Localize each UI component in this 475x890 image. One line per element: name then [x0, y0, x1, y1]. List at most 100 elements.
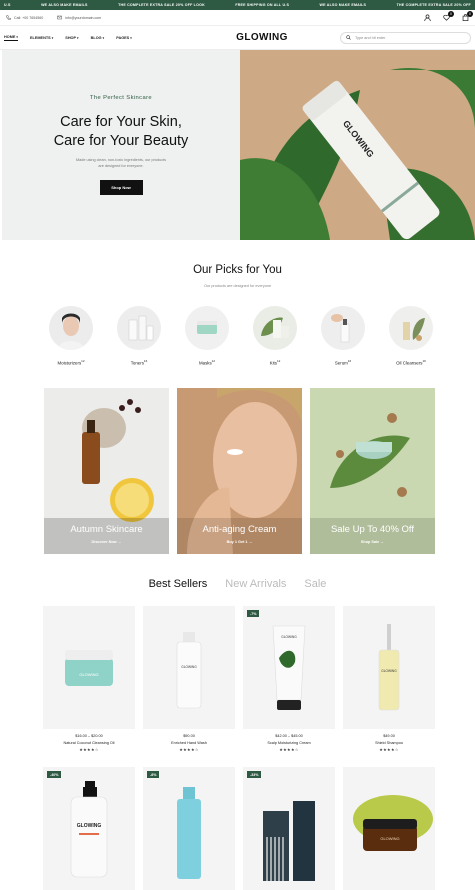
- phone-icon: [6, 15, 11, 20]
- product-rating: ★★★★☆: [79, 748, 99, 752]
- product-image: -8%: [143, 767, 235, 890]
- promo-banners: Autumn Skincare Discover Now → Anti-aging…: [44, 388, 435, 554]
- product-name[interactable]: Enriched Hand Wash: [143, 741, 235, 745]
- search-input[interactable]: Type and hit enter: [340, 31, 471, 44]
- banner-title: Anti-aging Cream: [202, 524, 277, 535]
- banner-link[interactable]: Buy 1 Get 1 →: [177, 540, 302, 544]
- chevron-down-icon: ▾: [16, 34, 18, 39]
- svg-text:GLOWING: GLOWING: [77, 823, 102, 829]
- banner-link[interactable]: Shop Sale →: [310, 540, 435, 544]
- category-image: [253, 306, 297, 350]
- product-card[interactable]: GLOWING $16.00 – $20.00 Natural Coconut …: [43, 606, 135, 752]
- tab-sale[interactable]: Sale: [304, 578, 326, 590]
- wishlist-count: 0: [448, 11, 454, 17]
- email-text: info@yourdomain.com: [65, 15, 102, 20]
- category-oil-cleansers[interactable]: Oil Cleansers16: [386, 306, 436, 365]
- shop-now-button[interactable]: Shop Now: [99, 180, 143, 195]
- nav-item-pages[interactable]: PAGES ▾: [116, 35, 132, 41]
- product-price: $90.00: [183, 734, 195, 738]
- category-toners[interactable]: Toners16: [114, 306, 164, 365]
- nav-item-home[interactable]: HOME ▾: [4, 35, 18, 41]
- product-price: $49.00: [383, 734, 395, 738]
- hero-subtitle: The Perfect Skincare: [89, 95, 153, 101]
- hero-description: Made using clean, non-toxic ingredients,…: [75, 158, 167, 168]
- chevron-down-icon: ▾: [130, 35, 132, 40]
- ticker-item: THE COMPLETE EXTRA SALE 20% OFF: [396, 3, 471, 7]
- phone-text: Call: +00 7654560: [14, 15, 44, 20]
- svg-text:GLOWING: GLOWING: [181, 665, 197, 669]
- svg-text:GLOWING: GLOWING: [381, 669, 397, 673]
- category-kits[interactable]: Kits12: [250, 306, 300, 365]
- product-name[interactable]: Shield Shampoo: [343, 741, 435, 745]
- product-tabs: Best Sellers New Arrivals Sale: [0, 578, 475, 590]
- category-moisturizers[interactable]: Moisturizers12: [46, 306, 96, 365]
- account-button[interactable]: [424, 14, 431, 21]
- tab-new-arrivals[interactable]: New Arrivals: [225, 578, 286, 590]
- category-image: [389, 306, 433, 350]
- user-icon: [424, 14, 431, 21]
- product-image: -33%: [243, 767, 335, 890]
- banner-title: Autumn Skincare: [70, 524, 143, 535]
- nav-item-elements[interactable]: ELEMENTS ▾: [30, 35, 53, 41]
- ticker-item: THE COMPLETE EXTRA SALE 20% OFF LOOK: [118, 3, 205, 7]
- category-image: [49, 306, 93, 350]
- promo-banner-autumn[interactable]: Autumn Skincare Discover Now →: [44, 388, 169, 554]
- chevron-down-icon: ▾: [77, 35, 79, 40]
- sale-badge: -40%: [47, 771, 62, 778]
- banner-link[interactable]: Discover Now →: [44, 540, 169, 544]
- product-image: GLOWING -40%: [43, 767, 135, 890]
- svg-text:GLOWING: GLOWING: [79, 672, 98, 677]
- product-card[interactable]: GLOWING -40%: [43, 767, 135, 890]
- product-card[interactable]: GLOWING -7% $42.00 – $45.00 Scalp Moistu…: [243, 606, 335, 752]
- site-logo[interactable]: GLOWING: [236, 32, 288, 43]
- hero-image: GLOWING: [240, 50, 475, 240]
- category-image: [185, 306, 229, 350]
- sale-badge: -7%: [247, 610, 260, 617]
- nav-item-blog[interactable]: BLOG ▾: [91, 35, 105, 41]
- product-card[interactable]: GLOWING $90.00 Enriched Hand Wash ★★★★☆: [143, 606, 235, 752]
- product-price: $16.00 – $20.00: [75, 734, 103, 738]
- hero-banner: The Perfect Skincare Care for Your Skin,…: [2, 50, 475, 240]
- product-name[interactable]: Natural Coconut Cleansing Oil: [43, 741, 135, 745]
- product-rating: ★★★★☆: [379, 748, 399, 752]
- search-placeholder: Type and hit enter: [355, 35, 386, 40]
- picks-subtitle: Our products are designed for everyone: [203, 284, 272, 288]
- svg-text:GLOWING: GLOWING: [380, 836, 399, 841]
- category-masks[interactable]: Masks12: [182, 306, 232, 365]
- banner-title: Sale Up To 40% Off: [330, 524, 415, 535]
- product-image: GLOWING: [343, 767, 435, 890]
- cart-button[interactable]: 0: [462, 11, 473, 21]
- product-rating: ★★★★☆: [179, 748, 199, 752]
- ticker-item: U.S: [4, 3, 11, 7]
- search-icon: [346, 35, 351, 40]
- hero-title-line1: Care for Your Skin,: [60, 114, 182, 130]
- category-image: [117, 306, 161, 350]
- tab-best-sellers[interactable]: Best Sellers: [149, 578, 208, 590]
- product-card[interactable]: GLOWING $49.00 Shield Shampoo ★★★★☆: [343, 606, 435, 752]
- announcement-ticker: U.S WE ALSO MAKE EMAILS THE COMPLETE EXT…: [0, 0, 475, 10]
- email-link[interactable]: info@yourdomain.com: [57, 15, 101, 20]
- sale-badge: -8%: [147, 771, 160, 778]
- promo-banner-sale[interactable]: Sale Up To 40% Off Shop Sale →: [310, 388, 435, 554]
- product-image: GLOWING: [143, 606, 235, 729]
- product-rating: ★★★★☆: [279, 748, 299, 752]
- product-price: $42.00 – $45.00: [275, 734, 303, 738]
- product-image: GLOWING -7%: [243, 606, 335, 729]
- promo-banner-anti-aging[interactable]: Anti-aging Cream Buy 1 Get 1 →: [177, 388, 302, 554]
- phone-link[interactable]: Call: +00 7654560: [6, 15, 43, 20]
- nav-item-shop[interactable]: SHOP ▾: [65, 35, 78, 41]
- wishlist-button[interactable]: 0: [443, 11, 454, 21]
- product-grid-row2: GLOWING -40% -8% -33% GLOWING: [43, 767, 435, 890]
- category-serum[interactable]: Serum16: [318, 306, 368, 365]
- category-list: Moisturizers12 Toners16 Masks12 Kits12 S…: [46, 306, 436, 365]
- product-card[interactable]: -33%: [243, 767, 335, 890]
- product-card[interactable]: GLOWING: [343, 767, 435, 890]
- ticker-item: WE ALSO MAKE EMAILS: [41, 3, 88, 7]
- product-grid-row1: GLOWING $16.00 – $20.00 Natural Coconut …: [43, 606, 435, 752]
- product-card[interactable]: -8%: [143, 767, 235, 890]
- chevron-down-icon: ▾: [51, 35, 54, 40]
- category-image: [321, 306, 365, 350]
- main-nav: HOME ▾ ELEMENTS ▾ SHOP ▾ BLOG ▾ PAGES ▾ GLOWI…: [0, 26, 475, 50]
- product-name[interactable]: Scalp Moisturizing Cream: [243, 741, 335, 745]
- product-image: GLOWING: [43, 606, 135, 729]
